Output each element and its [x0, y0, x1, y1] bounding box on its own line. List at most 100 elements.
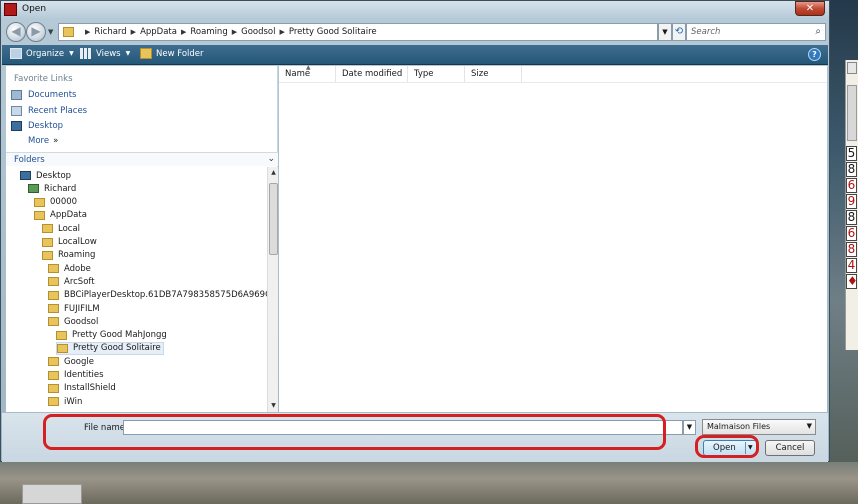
folder-tree-item[interactable]: Pretty Good Solitaire: [56, 341, 164, 355]
folder-tree-label: LocalLow: [58, 237, 97, 247]
favorite-more-link[interactable]: More »: [28, 136, 58, 146]
file-name-dropdown-button[interactable]: ▼: [683, 420, 696, 435]
playing-card[interactable]: ♦: [846, 274, 858, 289]
breadcrumb-item[interactable]: Richard: [94, 27, 126, 37]
chevron-down-icon: ▼: [69, 50, 74, 57]
history-dropdown-icon[interactable]: ▼: [48, 28, 56, 36]
search-input[interactable]: [691, 26, 806, 38]
playing-card[interactable]: 8: [846, 162, 857, 177]
folder-icon: [48, 397, 59, 407]
app-icon: [4, 3, 17, 16]
folder-tree-scrollbar[interactable]: ▲ ▼: [267, 167, 278, 412]
desktop-taskbar-thumbnail[interactable]: [22, 484, 82, 504]
column-size[interactable]: Size: [465, 66, 522, 82]
folder-tree-label: ArcSoft: [64, 276, 95, 287]
views-button[interactable]: Views ▼: [80, 48, 130, 59]
breadcrumb-separator-icon[interactable]: ▶: [85, 28, 90, 36]
folder-tree-item[interactable]: Adobe: [48, 262, 91, 275]
solitaire-scroll-thumb[interactable]: [847, 85, 857, 141]
favorite-recent-places-label: Recent Places: [28, 106, 88, 116]
scroll-thumb[interactable]: [269, 183, 278, 255]
organize-label: Organize: [26, 48, 65, 59]
address-dropdown-button[interactable]: ▼: [658, 23, 672, 41]
favorite-links-title: Favorite Links: [14, 74, 73, 84]
cancel-button[interactable]: Cancel: [765, 440, 815, 456]
breadcrumb-item[interactable]: Goodsol: [241, 27, 275, 37]
close-button[interactable]: ✕: [795, 1, 825, 16]
new-folder-icon: [140, 48, 152, 59]
folder-tree-item[interactable]: 00000: [34, 196, 77, 209]
breadcrumb-item[interactable]: AppData: [140, 27, 177, 37]
folder-tree-item[interactable]: BBCiPlayerDesktop.61DB7A798358575D6A969C…: [48, 289, 267, 302]
folder-icon: [48, 357, 59, 367]
folder-tree-item[interactable]: Identities: [48, 369, 104, 382]
breadcrumb: ▶ Richard ▶ AppData ▶ Roaming ▶ Goodsol ▶ Pretty …: [81, 27, 377, 37]
back-button[interactable]: ◀: [6, 22, 26, 42]
folder-tree-item[interactable]: ArcSoft: [48, 275, 95, 288]
folder-tree-item[interactable]: LocalLow: [42, 236, 97, 249]
organize-icon: [10, 48, 22, 59]
folder-tree-item[interactable]: Richard: [28, 182, 76, 195]
desktop-icon: [20, 171, 31, 180]
folder-icon: [48, 370, 59, 380]
folder-icon: [48, 304, 59, 313]
breadcrumb-separator-icon[interactable]: ▶: [232, 28, 237, 36]
folder-icon: [63, 27, 74, 37]
forward-button[interactable]: ▶: [26, 22, 46, 42]
folder-tree-item[interactable]: Pretty Good MahJongg: [56, 329, 167, 342]
folder-tree-item[interactable]: InstallShield: [48, 382, 116, 395]
file-list[interactable]: ▲ Name Date modified Type Size: [279, 64, 827, 412]
folder-tree-item[interactable]: Google: [48, 355, 94, 368]
chevron-down-icon: ▼: [125, 50, 131, 57]
window-title: Open: [22, 4, 47, 14]
folder-icon: [42, 250, 53, 260]
folder-tree-item[interactable]: FUJIFILM: [48, 302, 100, 315]
breadcrumb-separator-icon[interactable]: ▶: [131, 28, 136, 36]
new-folder-button[interactable]: New Folder: [140, 48, 204, 59]
folder-tree-label: Richard: [44, 183, 77, 194]
breadcrumb-separator-icon[interactable]: ▶: [181, 28, 186, 36]
file-type-select[interactable]: Malmaison Files ▼: [702, 419, 816, 435]
playing-card[interactable]: 6: [846, 178, 857, 193]
folder-tree-item[interactable]: Desktop: [20, 169, 71, 182]
refresh-button[interactable]: ⟲: [672, 23, 686, 41]
column-date-modified[interactable]: Date modified: [336, 66, 408, 82]
favorite-recent-places[interactable]: Recent Places: [11, 106, 87, 116]
playing-card[interactable]: 9: [846, 194, 857, 209]
breadcrumb-item[interactable]: Roaming: [190, 27, 227, 37]
folder-tree-label: InstallShield: [64, 383, 116, 394]
breadcrumb-separator-icon[interactable]: ▶: [279, 28, 284, 36]
open-dialog: Open ✕ ◀ ▶ ▼ ▶ Richard ▶ AppData ▶ Roaming ▶ Go…: [0, 0, 830, 462]
file-type-value: Malmaison Files: [707, 422, 771, 431]
folders-header[interactable]: Folders ⌄: [6, 152, 278, 166]
folder-tree-item[interactable]: Roaming: [42, 249, 95, 262]
folder-tree-item[interactable]: AppData: [34, 209, 87, 222]
column-type[interactable]: Type: [408, 66, 465, 82]
playing-card[interactable]: 5: [846, 146, 857, 161]
solitaire-scroll-up[interactable]: [847, 62, 857, 74]
search-icon[interactable]: ⌕: [815, 26, 821, 37]
folder-tree-label: iWin: [64, 396, 83, 407]
scroll-up-arrow-icon[interactable]: ▲: [269, 168, 278, 178]
folder-tree-item[interactable]: Local: [42, 222, 80, 235]
address-bar[interactable]: ▶ Richard ▶ AppData ▶ Roaming ▶ Goodsol ▶ Pretty …: [58, 23, 658, 41]
playing-card[interactable]: 6: [846, 226, 857, 241]
favorite-desktop[interactable]: Desktop: [11, 121, 63, 131]
favorite-documents[interactable]: Documents: [11, 90, 76, 100]
column-name[interactable]: ▲ Name: [279, 64, 336, 82]
annotation-open-highlight: [695, 435, 759, 458]
organize-button[interactable]: Organize ▼: [10, 48, 74, 59]
desktop-icon: [11, 121, 22, 131]
favorite-documents-label: Documents: [28, 90, 77, 100]
help-icon[interactable]: ?: [808, 48, 821, 61]
breadcrumb-item[interactable]: Pretty Good Solitaire: [289, 27, 377, 37]
folder-tree-item[interactable]: iWin: [48, 395, 82, 408]
scroll-down-arrow-icon[interactable]: ▼: [269, 401, 278, 411]
folder-tree-label: Goodsol: [64, 316, 99, 327]
folder-tree-item[interactable]: Goodsol: [48, 315, 98, 328]
title-bar[interactable]: Open ✕: [1, 1, 829, 18]
playing-card[interactable]: 8: [846, 242, 857, 257]
playing-card[interactable]: 8: [846, 210, 857, 225]
playing-card[interactable]: 4: [846, 258, 857, 273]
more-arrows-icon: »: [53, 136, 59, 146]
